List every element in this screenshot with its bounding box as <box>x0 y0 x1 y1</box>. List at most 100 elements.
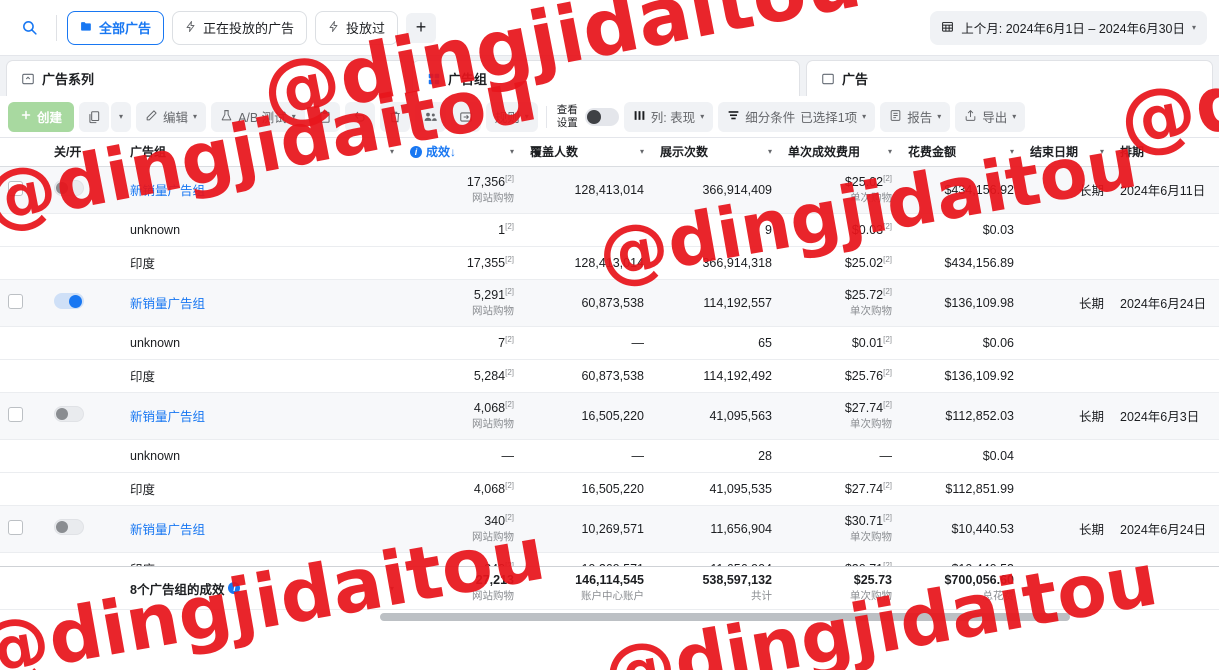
duplicate-dropdown-button[interactable]: ▾ <box>111 101 132 132</box>
table-row[interactable]: 印度 5,284[2] 60,873,538 114,192,492 $25.76[2]… <box>0 359 1219 393</box>
adset-name-cell[interactable]: 新销量广告组 <box>122 279 402 327</box>
header-results[interactable]: i 成效↓ ▾ <box>402 138 522 167</box>
adset-name-cell[interactable]: 印度 <box>122 246 402 280</box>
table-row[interactable]: 印度 4,068[2] 16,505,220 41,095,535 $27.74[2] $… <box>0 472 1219 506</box>
columns-icon <box>633 109 646 125</box>
chevron-down-icon: ▾ <box>937 112 942 121</box>
clipboard-icon[interactable] <box>309 101 340 132</box>
toggle-knob <box>69 295 82 308</box>
chevron-down-icon[interactable]: ▾ <box>1010 147 1014 156</box>
header-cost-per-result[interactable]: 单次成效费用 ▾ <box>780 138 900 167</box>
adset-name-cell[interactable]: 新销量广告组 <box>122 505 402 553</box>
tab-delivered-ads[interactable]: 投放过 <box>315 10 399 45</box>
impressions-value: 11,656,904 <box>710 521 772 536</box>
amount-spent-value-cell: $0.03 <box>900 213 1022 247</box>
footnote-marker: [2] <box>505 286 514 296</box>
duplicate-icon[interactable] <box>79 101 110 132</box>
add-tab-button[interactable]: + <box>406 12 437 43</box>
adsets-table-container[interactable]: 关/开 广告组 ▾ i 成效↓ ▾ 覆盖人数 ▾ 展示次数 ▾ 单次成效费用 ▾… <box>0 138 1219 623</box>
totals-label-cell[interactable]: 8个广告组的成效 i ▾ <box>122 567 402 609</box>
ab-test-button[interactable]: A/B 测试 ▾ <box>211 101 305 132</box>
adset-name-cell[interactable]: unknown <box>122 213 402 247</box>
chevron-down-icon[interactable]: ▾ <box>888 147 892 156</box>
totals-enddate-cell <box>1022 567 1112 609</box>
tab-active-ads[interactable]: 正在投放的广告 <box>172 10 308 45</box>
share-icon[interactable] <box>450 101 481 132</box>
horizontal-scrollbar[interactable] <box>0 609 1219 623</box>
breakdown-button[interactable]: 细分条件 已选择1项 ▾ <box>718 101 876 132</box>
row-status-toggle[interactable] <box>54 293 84 309</box>
create-button[interactable]: 创建 <box>8 101 75 132</box>
table-row[interactable]: unknown 1[2] — 9 $0.03[2] $0.03 <box>0 213 1219 247</box>
totals-row: 8个广告组的成效 i ▾ 27,213 网站购物 146,114,545 账户中… <box>0 566 1219 609</box>
columns-button[interactable]: 列: 表现 ▾ <box>623 101 714 132</box>
adset-name-link[interactable]: 新销量广告组 <box>130 297 205 311</box>
totals-amount-spent: $700,056.60 <box>944 573 1014 587</box>
footnote-marker: [2] <box>505 254 514 264</box>
amount-spent-value: $112,851.99 <box>945 481 1014 496</box>
tab-all-ads[interactable]: 全部广告 <box>67 10 165 45</box>
chevron-down-icon[interactable]: ▾ <box>510 147 514 156</box>
panel-tab-adsets[interactable]: 广告组 <box>412 60 800 96</box>
table-row[interactable]: 印度 17,355[2] 128,413,014 366,914,318 $25.02[… <box>0 246 1219 280</box>
totals-cost-cell: $25.73 单次购物 <box>780 567 900 609</box>
row-checkbox[interactable] <box>8 293 23 309</box>
panel-tab-ads[interactable]: 广告 <box>806 60 1213 96</box>
reach-value: 60,873,538 <box>581 295 644 310</box>
table-row[interactable]: unknown — — 28 — $0.04 <box>0 439 1219 473</box>
header-schedule[interactable]: 排期 <box>1112 138 1219 167</box>
amount-spent-value: $434,156.92 <box>944 182 1014 197</box>
table-header: 关/开 广告组 ▾ i 成效↓ ▾ 覆盖人数 ▾ 展示次数 ▾ 单次成效费用 ▾… <box>0 138 1219 167</box>
row-checkbox[interactable] <box>8 519 23 535</box>
impressions-value-cell: 65 <box>652 326 780 360</box>
audience-icon[interactable] <box>414 101 446 132</box>
chevron-down-icon[interactable]: ▾ <box>390 584 394 593</box>
panel-tab-campaigns[interactable]: 广告系列 <box>6 60 406 96</box>
adset-name-link[interactable]: 新销量广告组 <box>130 184 205 198</box>
row-checkbox[interactable] <box>8 406 23 422</box>
table-row[interactable]: 新销量广告组 17,356[2] 网站购物 128,413,014 366,914,40… <box>0 166 1219 214</box>
row-status-toggle[interactable] <box>54 519 84 535</box>
row-status-toggle[interactable] <box>54 406 84 422</box>
header-toggle[interactable]: 关/开 <box>46 138 122 167</box>
header-amount-spent[interactable]: 花费金额 ▾ <box>900 138 1022 167</box>
table-row[interactable]: unknown 7[2] — 65 $0.01[2] $0.06 <box>0 326 1219 360</box>
adset-name-cell[interactable]: 新销量广告组 <box>122 392 402 440</box>
export-button[interactable]: 导出 ▾ <box>955 101 1026 132</box>
table-row[interactable]: 新销量广告组 4,068[2] 网站购物 16,505,220 41,095,563 $2… <box>0 392 1219 440</box>
undo-icon[interactable] <box>344 101 375 132</box>
chevron-down-icon[interactable]: ▾ <box>640 147 644 156</box>
scrollbar-thumb[interactable] <box>380 613 1070 621</box>
adset-name-link[interactable]: 新销量广告组 <box>130 523 205 537</box>
end-date-cell <box>1022 213 1112 247</box>
date-range-picker[interactable]: 上个月: 2024年6月1日 – 2024年6月30日 ▾ <box>930 10 1207 45</box>
adset-name-cell[interactable]: unknown <box>122 439 402 473</box>
amount-spent-value-cell: $136,109.92 <box>900 359 1022 393</box>
adset-name-cell[interactable]: 新销量广告组 <box>122 166 402 214</box>
view-settings-toggle[interactable] <box>584 107 619 126</box>
chevron-down-icon[interactable]: ▾ <box>390 147 394 156</box>
header-impressions[interactable]: 展示次数 ▾ <box>652 138 780 167</box>
adset-name-cell[interactable]: 印度 <box>122 359 402 393</box>
row-checkbox[interactable] <box>8 180 23 196</box>
row-toggle-cell <box>46 326 122 360</box>
rules-button[interactable]: 规则 ▾ <box>485 101 538 132</box>
header-adset[interactable]: 广告组 ▾ <box>122 138 402 167</box>
totals-cost-per-result: $25.73 <box>853 573 892 587</box>
adset-name-link[interactable]: 新销量广告组 <box>130 410 205 424</box>
cost-per-result-value: $25.02[2] <box>844 254 892 271</box>
edit-button[interactable]: 编辑 ▾ <box>136 101 207 132</box>
search-icon[interactable] <box>12 10 46 45</box>
header-end-date[interactable]: 结束日期 ▾ <box>1022 138 1112 167</box>
chevron-down-icon[interactable]: ▾ <box>1100 147 1104 156</box>
trash-icon[interactable] <box>379 101 410 132</box>
table-row[interactable]: 新销量广告组 5,291[2] 网站购物 60,873,538 114,192,557 $… <box>0 279 1219 327</box>
chevron-down-icon[interactable]: ▾ <box>768 147 772 156</box>
reports-icon <box>889 109 902 125</box>
row-status-toggle[interactable] <box>54 180 84 196</box>
header-reach[interactable]: 覆盖人数 ▾ <box>522 138 652 167</box>
table-row[interactable]: 新销量广告组 340[2] 网站购物 10,269,571 11,656,904 $30.… <box>0 505 1219 553</box>
adset-name-cell[interactable]: unknown <box>122 326 402 360</box>
adset-name-cell[interactable]: 印度 <box>122 472 402 506</box>
reports-button[interactable]: 报告 ▾ <box>880 101 951 132</box>
